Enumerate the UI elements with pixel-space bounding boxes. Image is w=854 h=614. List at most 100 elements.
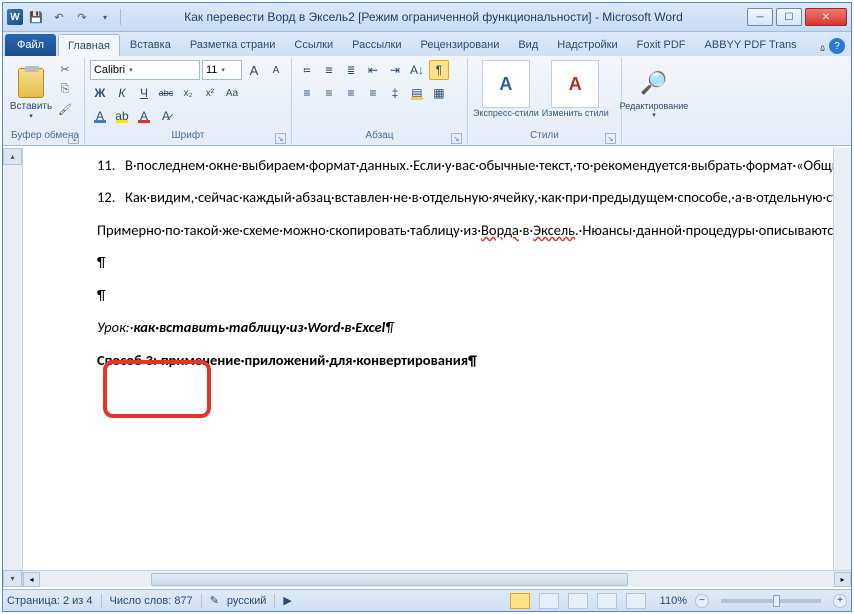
line-spacing-button[interactable]: ‡ bbox=[385, 83, 405, 103]
zoom-level[interactable]: 110% bbox=[660, 595, 687, 607]
horizontal-scrollbar[interactable]: ◂ ▸ bbox=[23, 570, 851, 587]
word-count[interactable]: Число слов: 877 bbox=[110, 595, 193, 607]
case-button[interactable]: Aa bbox=[222, 83, 242, 103]
font-color-button[interactable]: A bbox=[134, 106, 154, 126]
tab-view[interactable]: Вид bbox=[509, 34, 547, 56]
superscript-button[interactable]: x² bbox=[200, 83, 220, 103]
increase-indent-button[interactable]: ⇥ bbox=[385, 60, 405, 80]
shading-button[interactable]: ▤ bbox=[407, 83, 427, 103]
clipboard-group-label: Буфер обмена↘ bbox=[11, 130, 79, 145]
zoom-in-button[interactable]: + bbox=[833, 594, 847, 608]
bold-button[interactable]: Ж bbox=[90, 83, 110, 103]
scrollbar-track[interactable] bbox=[40, 572, 834, 587]
minimize-button[interactable]: ─ bbox=[747, 8, 773, 26]
scroll-right-icon[interactable]: ▸ bbox=[834, 572, 851, 587]
document-viewport[interactable]: 11.В·последнем·окне·выбираем·формат·данн… bbox=[23, 148, 851, 587]
qat-separator bbox=[120, 9, 121, 25]
styles-group-label: Стили↘ bbox=[473, 130, 616, 145]
grow-font-button[interactable]: A bbox=[244, 60, 264, 80]
empty-paragraph: ¶ bbox=[97, 284, 807, 306]
scroll-left-icon[interactable]: ◂ bbox=[23, 572, 40, 587]
font-launcher-icon[interactable]: ↘ bbox=[275, 133, 286, 144]
macro-icon[interactable]: ▶ bbox=[283, 594, 291, 607]
text-effects-button[interactable]: A bbox=[90, 106, 110, 126]
tab-addins[interactable]: Надстройки bbox=[548, 34, 626, 56]
zoom-slider-thumb[interactable] bbox=[773, 595, 780, 607]
view-read-button[interactable] bbox=[539, 593, 559, 609]
tab-mailings[interactable]: Рассылки bbox=[343, 34, 410, 56]
list-item-text: Как·видим,·сейчас·каждый·абзац·вставлен·… bbox=[125, 186, 851, 208]
font-size-combo[interactable]: 11▾ bbox=[202, 60, 242, 80]
list-number: 12. bbox=[97, 186, 125, 218]
borders-button[interactable]: ▦ bbox=[429, 83, 449, 103]
word-app-icon[interactable]: W bbox=[7, 9, 23, 25]
justify-button[interactable]: ≡ bbox=[363, 83, 383, 103]
tab-references[interactable]: Ссылки bbox=[285, 34, 342, 56]
paragraph-group-label: Абзац↘ bbox=[297, 130, 462, 145]
font-group-label: Шрифт↘ bbox=[90, 130, 286, 145]
quick-styles-button[interactable]: A bbox=[482, 60, 530, 108]
close-button[interactable]: ✕ bbox=[805, 8, 847, 26]
quick-access-toolbar: W 💾 ↶ ↷ ▾ bbox=[7, 7, 123, 27]
multilevel-button[interactable]: ≣ bbox=[341, 60, 361, 80]
numbering-button[interactable]: ≡ bbox=[319, 60, 339, 80]
change-styles-button[interactable]: A bbox=[551, 60, 599, 108]
para-launcher-icon[interactable]: ↘ bbox=[451, 133, 462, 144]
save-icon[interactable]: 💾 bbox=[26, 7, 46, 27]
scrollbar-thumb[interactable] bbox=[151, 573, 627, 586]
align-right-button[interactable]: ≡ bbox=[341, 83, 361, 103]
clear-format-button[interactable]: A̷ bbox=[156, 106, 176, 126]
help-icon[interactable]: ? bbox=[829, 38, 845, 54]
tab-layout[interactable]: Разметка страни bbox=[181, 34, 285, 56]
find-button[interactable]: 🔎 Редактирование ▾ bbox=[627, 60, 681, 126]
copy-icon[interactable]: ⎘ bbox=[56, 80, 74, 98]
proofing-icon[interactable]: ✎ bbox=[210, 594, 219, 607]
page-indicator[interactable]: Страница: 2 из 4 bbox=[7, 595, 93, 607]
scroll-up-icon[interactable]: ▴ bbox=[3, 148, 22, 165]
decrease-indent-button[interactable]: ⇤ bbox=[363, 60, 383, 80]
title-bar: W 💾 ↶ ↷ ▾ Как перевести Ворд в Эксель2 [… bbox=[3, 3, 851, 32]
show-marks-button[interactable]: ¶ bbox=[429, 60, 449, 80]
vertical-ruler[interactable]: ▴ ▾ bbox=[3, 148, 23, 587]
document-page[interactable]: 11.В·последнем·окне·выбираем·формат·данн… bbox=[23, 148, 851, 371]
tab-home[interactable]: Главная bbox=[58, 34, 120, 56]
group-font: Calibri▾ 11▾ A A Ж К Ч abc x₂ x² Aa A ab bbox=[85, 58, 292, 145]
format-painter-icon[interactable]: 🖌 bbox=[56, 100, 74, 118]
binoculars-icon: 🔎 bbox=[638, 67, 670, 99]
scroll-down-icon[interactable]: ▾ bbox=[3, 570, 22, 587]
qat-more-icon[interactable]: ▾ bbox=[95, 7, 115, 27]
language-indicator[interactable]: русский bbox=[227, 595, 266, 607]
view-web-button[interactable] bbox=[568, 593, 588, 609]
font-name-combo[interactable]: Calibri▾ bbox=[90, 60, 200, 80]
file-tab[interactable]: Файл bbox=[5, 34, 56, 56]
underline-button[interactable]: Ч bbox=[134, 83, 154, 103]
tab-abbyy[interactable]: ABBYY PDF Trans bbox=[696, 34, 806, 56]
tab-review[interactable]: Рецензировани bbox=[412, 34, 509, 56]
align-center-button[interactable]: ≡ bbox=[319, 83, 339, 103]
subscript-button[interactable]: x₂ bbox=[178, 83, 198, 103]
clipboard-launcher-icon[interactable]: ↘ bbox=[68, 133, 79, 144]
tab-foxit[interactable]: Foxit PDF bbox=[628, 34, 695, 56]
sort-button[interactable]: A↓ bbox=[407, 60, 427, 80]
document-area: ▴ ▾ 11.В·последнем·окне·выбираем·формат·… bbox=[3, 148, 851, 587]
tab-insert[interactable]: Вставка bbox=[121, 34, 180, 56]
cut-icon[interactable]: ✂ bbox=[56, 60, 74, 78]
maximize-button[interactable]: ☐ bbox=[776, 8, 802, 26]
bullets-button[interactable]: ≔ bbox=[297, 60, 317, 80]
zoom-out-button[interactable]: − bbox=[695, 594, 709, 608]
zoom-slider[interactable] bbox=[721, 599, 821, 603]
view-print-button[interactable] bbox=[510, 593, 530, 609]
view-outline-button[interactable] bbox=[597, 593, 617, 609]
paste-button[interactable]: Вставить ▾ bbox=[11, 60, 51, 126]
highlight-button[interactable]: ab bbox=[112, 106, 132, 126]
redo-icon[interactable]: ↷ bbox=[72, 7, 92, 27]
styles-launcher-icon[interactable]: ↘ bbox=[605, 133, 616, 144]
shrink-font-button[interactable]: A bbox=[266, 60, 286, 80]
undo-icon[interactable]: ↶ bbox=[49, 7, 69, 27]
align-left-button[interactable]: ≡ bbox=[297, 83, 317, 103]
clipboard-icon bbox=[18, 68, 44, 98]
view-draft-button[interactable] bbox=[626, 593, 646, 609]
italic-button[interactable]: К bbox=[112, 83, 132, 103]
strike-button[interactable]: abc bbox=[156, 83, 176, 103]
ribbon-minimize-icon[interactable]: ۵ bbox=[820, 43, 825, 54]
